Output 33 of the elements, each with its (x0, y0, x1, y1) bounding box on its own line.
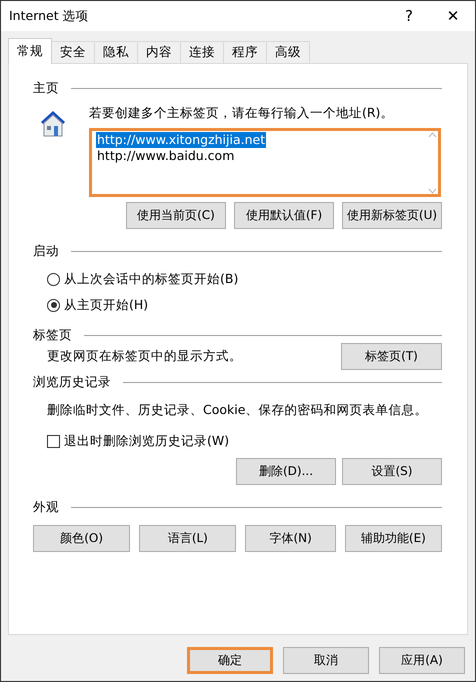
appearance-button[interactable]: 语言(L) (139, 525, 236, 552)
section-heading: 外观 (33, 498, 59, 516)
section-heading: 标签页 (33, 326, 72, 344)
tabs-settings-button[interactable]: 标签页(T) (341, 343, 442, 370)
dialog-button[interactable]: 应用(A) (379, 647, 465, 674)
history-button[interactable]: 设置(S) (342, 458, 442, 485)
radio-label[interactable]: 从上次会话中的标签页开始(B) (64, 270, 238, 288)
instruction-text: 若要创建多个主标签页，请在每行输入一个地址(R)。 (89, 104, 394, 122)
home-page-button[interactable]: 使用新标签页(U) (342, 202, 442, 229)
close-button[interactable]: ✕ (431, 7, 475, 25)
address-line: http://www.baidu.com (96, 148, 236, 164)
home-page-button[interactable]: 使用默认值(F) (234, 202, 334, 229)
section-heading: 主页 (33, 80, 59, 96)
dialog-button[interactable]: 确定 (187, 647, 273, 674)
history-button[interactable]: 删除(D)... (236, 458, 336, 485)
appearance-button[interactable]: 字体(N) (245, 525, 336, 552)
radio-button[interactable] (47, 272, 60, 286)
dialog-button[interactable]: 取消 (283, 647, 369, 674)
description-text: 删除临时文件、历史记录、Cookie、保存的密码和网页表单信息。 (46, 402, 428, 419)
help-button[interactable]: ? (387, 7, 431, 25)
tab[interactable]: 高级 (266, 41, 310, 63)
checkbox-label[interactable]: 退出时删除浏览历史记录(W) (64, 433, 230, 450)
window-title: Internet 选项 (9, 8, 90, 24)
section-heading: 浏览历史记录 (33, 374, 111, 390)
section-heading: 启动 (33, 242, 59, 260)
radio-label[interactable]: 从主页开始(H) (64, 296, 148, 314)
appearance-button[interactable]: 辅助功能(E) (344, 525, 442, 552)
tab[interactable]: 常规 (8, 38, 52, 64)
checkbox[interactable] (47, 435, 60, 448)
description-text: 更改网页在标签页中的显示方式。 (46, 348, 242, 365)
radio-button[interactable] (47, 298, 60, 312)
home-page-button[interactable]: 使用当前页(C) (126, 202, 226, 229)
appearance-button[interactable]: 颜色(O) (33, 525, 130, 552)
